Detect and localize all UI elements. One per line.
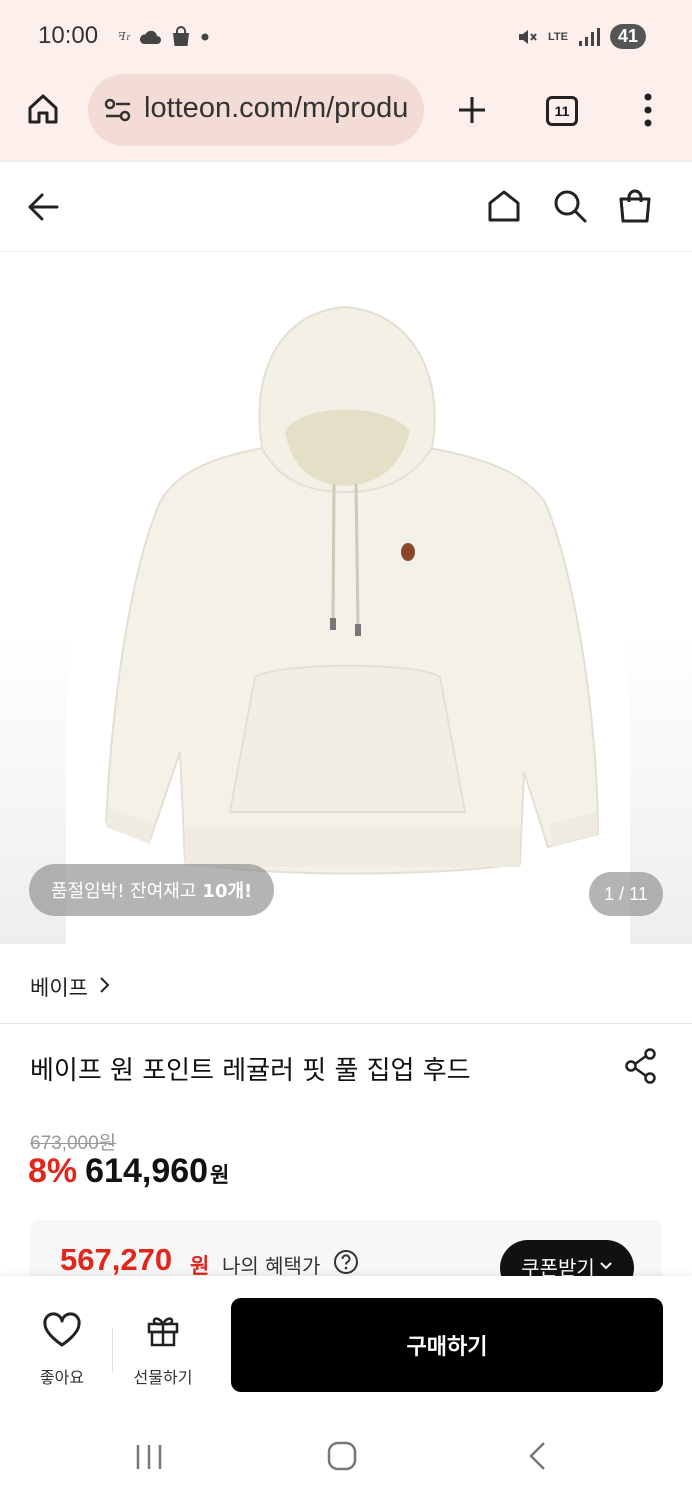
heart-icon <box>43 1312 81 1347</box>
sale-price-unit: 원 <box>210 1163 230 1187</box>
chevron-down-icon <box>600 1262 612 1270</box>
system-navigation-bar <box>0 1410 692 1500</box>
sale-price: 614,960 <box>85 1152 209 1190</box>
purchase-bar: 좋아요 선물하기 구매하기 <box>0 1276 692 1410</box>
gift-label: 선물하기 <box>133 1368 193 1387</box>
product-image-gallery[interactable]: 품절임박! 잔여재고 10개! 1 / 11 <box>0 252 692 944</box>
address-bar[interactable]: lotteon.com/m/produ <box>88 74 424 146</box>
status-time: 10:00 <box>38 22 99 49</box>
buy-button-label: 구매하기 <box>406 1335 488 1360</box>
hoodie-image <box>66 252 630 944</box>
benefit-price: 567,270 <box>60 1242 173 1277</box>
like-label: 좋아요 <box>39 1368 85 1387</box>
coupon-button[interactable]: 쿠폰받기 <box>500 1240 634 1280</box>
discount-rate: 8% <box>28 1152 78 1190</box>
brand-link[interactable]: 베이프 <box>0 944 692 1024</box>
gift-icon <box>147 1317 179 1347</box>
image-page-counter: 1 / 11 <box>589 872 663 916</box>
back-button-icon[interactable] <box>526 1440 548 1472</box>
share-icon[interactable] <box>624 1048 658 1084</box>
original-price: 673,000원 <box>30 1133 117 1154</box>
back-arrow-icon[interactable] <box>26 190 60 224</box>
benefit-label: 나의 혜택가 <box>222 1254 321 1278</box>
browser-home-icon[interactable] <box>26 92 60 126</box>
status-bar: 10:00 ꟻ𝔯 LTE 41 <box>0 0 692 70</box>
price-row: 8% 614,960 원 <box>28 1152 229 1191</box>
notification-app-icon: ꟻ𝔯 <box>118 30 130 43</box>
chevron-right-icon <box>100 977 110 993</box>
stock-alert-count: 10개! <box>202 881 253 902</box>
site-settings-icon[interactable] <box>104 98 132 122</box>
tabs-icon[interactable]: 11 <box>546 96 578 126</box>
help-icon[interactable] <box>333 1249 359 1275</box>
recent-apps-icon[interactable] <box>134 1443 164 1471</box>
dot-icon <box>201 33 209 41</box>
cart-icon[interactable] <box>617 188 653 224</box>
browser-toolbar: lotteon.com/m/produ 11 <box>0 70 692 162</box>
lte-icon: LTE <box>548 30 568 43</box>
stock-alert-text: 품절임박! 잔여재고 <box>51 881 197 902</box>
signal-icon <box>578 27 600 46</box>
mute-icon <box>519 29 537 44</box>
page-header <box>0 162 692 252</box>
new-tab-icon[interactable] <box>456 94 488 126</box>
status-icons-left: ꟻ𝔯 <box>118 26 210 48</box>
menu-icon[interactable] <box>640 92 656 128</box>
shopping-bag-icon <box>172 26 189 46</box>
home-icon[interactable] <box>486 188 522 224</box>
buy-button[interactable]: 구매하기 <box>231 1298 663 1392</box>
home-button-icon[interactable] <box>326 1440 358 1472</box>
cloud-icon <box>139 30 161 44</box>
like-button[interactable]: 좋아요 <box>20 1312 104 1387</box>
url-text: lotteon.com/m/produ <box>144 92 409 124</box>
divider <box>112 1328 113 1372</box>
search-icon[interactable] <box>552 188 588 224</box>
status-icons-right: LTE 41 <box>516 24 646 49</box>
benefit-price-box: 567,270 원 나의 혜택가 쿠폰받기 <box>30 1220 662 1280</box>
battery-indicator: 41 <box>609 24 646 49</box>
stock-alert-badge: 품절임박! 잔여재고 10개! <box>29 864 275 916</box>
product-title: 베이프 원 포인트 레귤러 핏 풀 집업 후드 <box>30 1056 471 1086</box>
brand-name: 베이프 <box>30 976 88 1000</box>
gift-button[interactable]: 선물하기 <box>118 1312 208 1387</box>
